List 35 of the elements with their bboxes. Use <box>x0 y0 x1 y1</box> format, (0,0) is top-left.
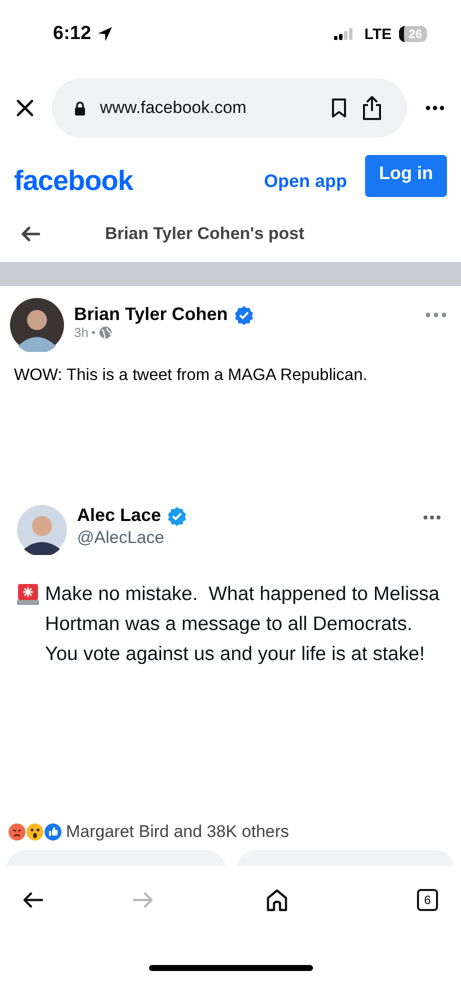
lock-icon <box>74 100 86 116</box>
post-text: WOW: This is a tweet from a MAGA Republican. <box>14 366 368 385</box>
address-bar[interactable]: www.facebook.com <box>52 78 407 138</box>
avatar[interactable] <box>10 298 64 352</box>
page-title: Brian Tyler Cohen's post <box>105 224 304 244</box>
back-arrow-icon[interactable] <box>20 226 40 242</box>
globe-icon <box>99 326 112 339</box>
more-icon <box>423 515 441 520</box>
separator-dot-icon <box>92 331 96 334</box>
url-text: www.facebook.com <box>100 98 246 118</box>
close-button[interactable] <box>14 97 36 119</box>
facebook-logo[interactable]: facebook <box>14 165 133 197</box>
signal-icon <box>334 28 354 40</box>
author-name[interactable]: Brian Tyler Cohen <box>74 304 228 325</box>
siren-icon <box>17 583 39 605</box>
home-icon[interactable] <box>265 888 289 912</box>
login-button[interactable]: Log in <box>365 155 447 197</box>
location-arrow-icon <box>97 26 114 42</box>
tweet-author-name: Alec Lace <box>77 505 162 526</box>
open-app-link[interactable]: Open app <box>264 170 348 192</box>
battery-level: 26 <box>398 26 427 42</box>
surprised-emoji-icon <box>26 823 44 841</box>
reaction-summary[interactable]: Margaret Bird and 38K others <box>66 822 290 842</box>
clock-time: 6:12 <box>53 23 92 45</box>
back-arrow-icon[interactable] <box>22 891 44 909</box>
tweet-handle: @AlecLace <box>77 528 166 548</box>
share-icon[interactable] <box>361 95 383 121</box>
avatar <box>17 505 67 555</box>
network-label: LTE <box>364 26 392 42</box>
angry-emoji-icon <box>8 823 26 841</box>
tweet-text: Make no mistake. What happened to Melissa Hortman was a message to all Democrats. You vote against us and your life is at stake! <box>45 582 441 667</box>
bookmark-icon[interactable] <box>331 98 347 118</box>
like-icon <box>44 823 62 841</box>
tab-count-button[interactable]: 6 <box>417 889 438 911</box>
more-icon[interactable] <box>425 105 445 111</box>
